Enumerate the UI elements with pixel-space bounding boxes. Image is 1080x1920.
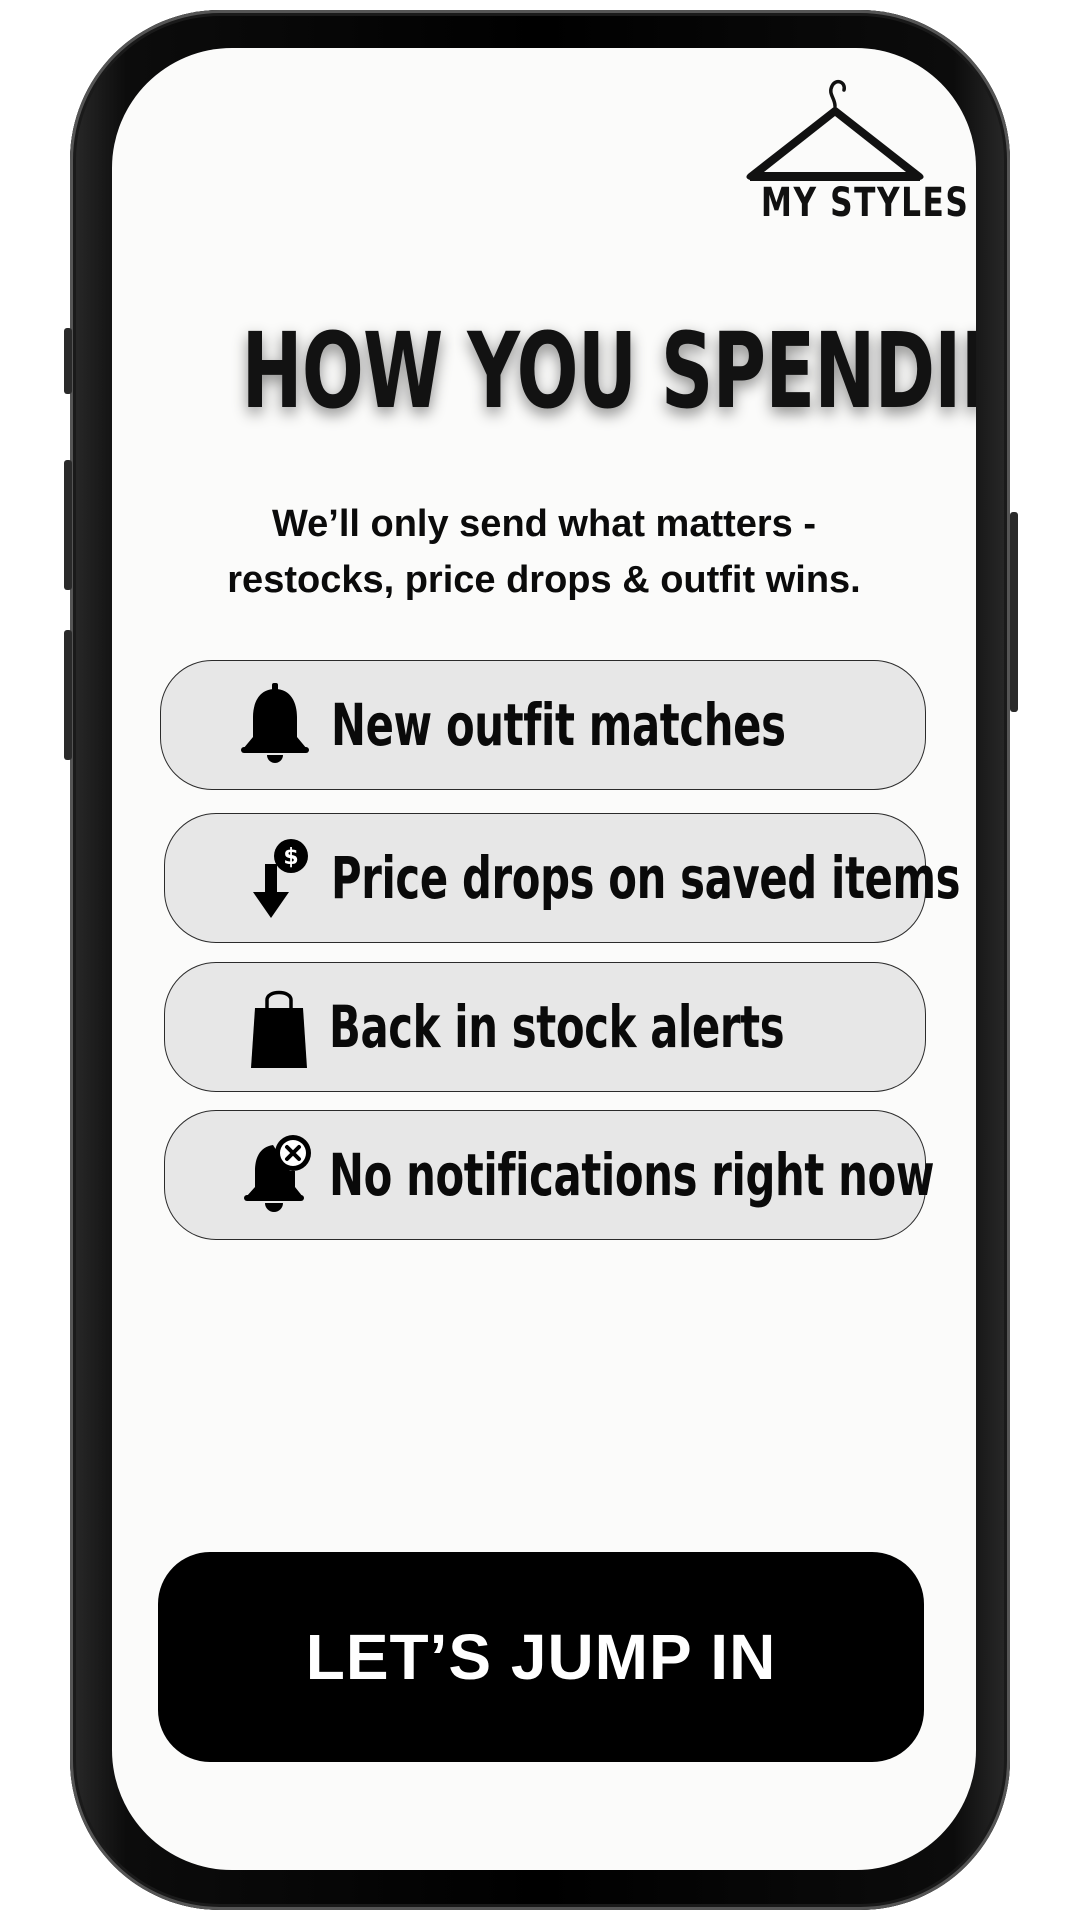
option-label: Back in stock alerts (329, 993, 785, 1061)
option-no-notifications[interactable]: No notifications right now (164, 1110, 934, 1240)
shopping-bag-icon (243, 982, 315, 1072)
lets-jump-in-button[interactable]: LET’S JUMP IN (158, 1552, 924, 1762)
page-title: HOW YOU SPENDING? (241, 310, 976, 432)
price-drop-icon: $ (243, 833, 315, 923)
option-new-outfit-matches[interactable]: New outfit matches (160, 660, 926, 790)
hanger-icon (746, 79, 924, 181)
phone-side-button (64, 328, 72, 394)
option-label: No notifications right now (329, 1141, 935, 1209)
brand-name: MY STYLES (760, 180, 970, 226)
option-price-drops[interactable]: $ Price drops on saved items (164, 813, 961, 943)
phone-side-button (1010, 512, 1018, 712)
brand-logo: MY STYLES (740, 74, 970, 244)
bell-off-icon (243, 1130, 315, 1220)
app-screen: MY STYLES HOW YOU SPENDING? We’ll only s… (112, 48, 976, 1870)
bell-icon (239, 680, 311, 770)
phone-side-button (64, 630, 72, 760)
option-back-in-stock[interactable]: Back in stock alerts (164, 962, 926, 1092)
svg-text:$: $ (283, 845, 298, 870)
subtitle-line-2: restocks, price drops & outfit wins. (227, 559, 861, 601)
subtitle-line-1: We’ll only send what matters - (271, 503, 817, 545)
option-label: New outfit matches (331, 691, 786, 759)
page-subtitle: We’ll only send what matters - restocks,… (112, 496, 976, 608)
phone-side-button (64, 460, 72, 590)
option-label: Price drops on saved items (331, 844, 961, 912)
